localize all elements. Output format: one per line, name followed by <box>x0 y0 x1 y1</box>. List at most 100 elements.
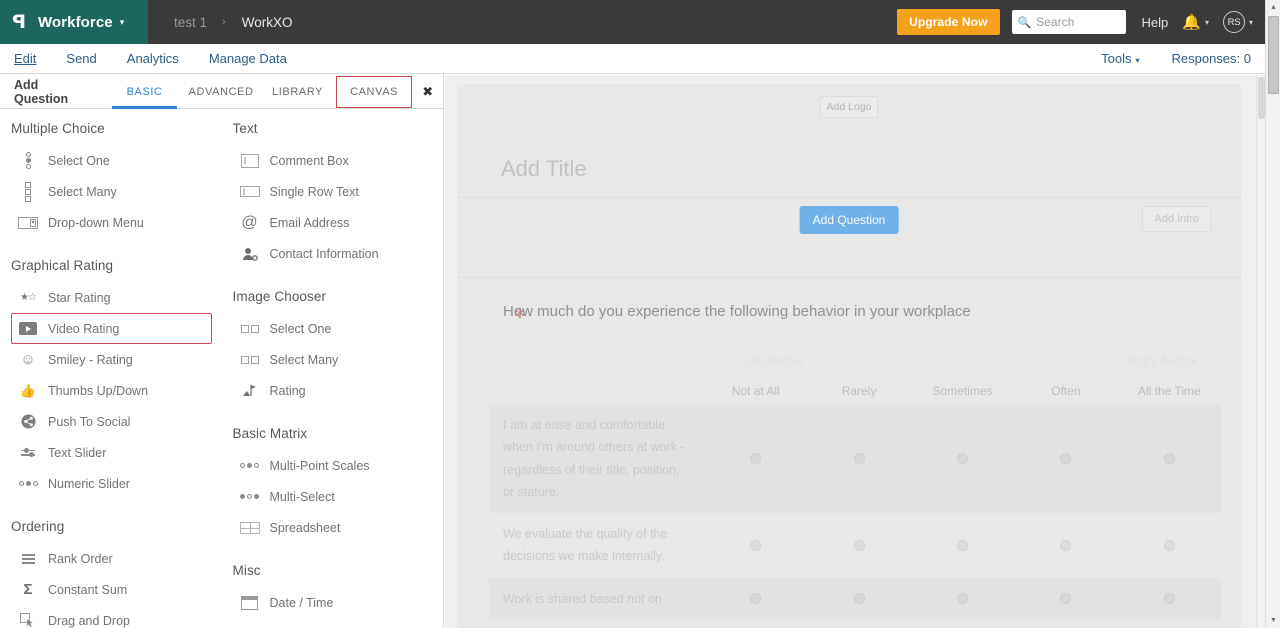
search-box[interactable]: 🔍 <box>1011 10 1127 34</box>
qtype-comment-box[interactable]: I Comment Box <box>233 145 434 176</box>
qtype-smiley-rating[interactable]: ☺ Smiley - Rating <box>11 344 212 375</box>
browser-scrollbar-thumb[interactable] <box>1268 16 1279 94</box>
add-logo-button[interactable]: Add Logo <box>820 96 878 118</box>
radio-button[interactable] <box>1060 453 1072 464</box>
qtype-date-time[interactable]: Date / Time <box>233 587 434 618</box>
matrix-cell[interactable] <box>807 453 910 464</box>
matrix-cell[interactable] <box>704 453 807 464</box>
radio-button[interactable] <box>853 453 865 464</box>
matrix-cell[interactable] <box>1014 593 1117 605</box>
qtype-spreadsheet[interactable]: Spreadsheet <box>233 512 434 543</box>
tab-library[interactable]: LIBRARY <box>259 75 335 108</box>
radio-button[interactable] <box>750 593 762 605</box>
radio-button[interactable] <box>1163 593 1175 605</box>
qtype-thumbs-up-down[interactable]: 👍 Thumbs Up/Down <box>11 375 212 406</box>
right-anchor-label[interactable]: Right Anchor <box>1129 354 1198 368</box>
matrix-cell[interactable] <box>807 593 910 605</box>
account-menu[interactable]: RS ▾ <box>1222 11 1253 33</box>
qtype-image-rating[interactable]: Rating <box>233 375 434 406</box>
header-actions: Upgrade Now 🔍 Help 🔔 ▾ RS ▾ <box>897 9 1265 35</box>
matrix-cell[interactable] <box>1014 453 1117 464</box>
qtype-multi-point-scales[interactable]: Multi-Point Scales <box>233 450 434 481</box>
add-intro-button[interactable]: Add Intro <box>1142 206 1211 232</box>
qtype-star-rating[interactable]: ★☆ Star Rating <box>11 282 212 313</box>
qtype-dropdown-menu[interactable]: ▾ Drop-down Menu <box>11 207 212 238</box>
nav-item-manage-data[interactable]: Manage Data <box>209 51 287 66</box>
qtype-drag-and-drop[interactable]: Drag and Drop <box>11 605 212 628</box>
matrix-cell[interactable] <box>704 539 807 551</box>
dropdown-icon: ▾ <box>16 214 40 232</box>
radio-button[interactable] <box>853 539 865 551</box>
qtype-label: Thumbs Up/Down <box>48 383 149 398</box>
qtype-contact-information[interactable]: Contact Information <box>233 238 434 269</box>
tools-menu[interactable]: Tools ▾ <box>1101 51 1139 66</box>
qtype-select-one[interactable]: Select One <box>11 145 212 176</box>
tab-basic[interactable]: BASIC <box>106 75 182 109</box>
survey-title-input[interactable]: Add Title <box>501 156 587 182</box>
breadcrumb-parent[interactable]: test 1 <box>174 15 207 30</box>
matrix-cell[interactable] <box>807 539 910 551</box>
qtype-push-to-social[interactable]: Push To Social <box>11 406 212 437</box>
radio-button[interactable] <box>1060 539 1072 551</box>
qtype-image-select-many[interactable]: Select Many <box>233 344 434 375</box>
radio-button[interactable] <box>957 453 969 464</box>
scroll-up-icon[interactable]: ▲ <box>1266 0 1280 15</box>
close-icon[interactable]: ✖ <box>412 75 443 108</box>
matrix-row-label: We evaluate the quality of the decisions… <box>503 527 668 564</box>
nav-item-edit[interactable]: Edit <box>14 51 36 66</box>
qtype-rank-order[interactable]: Rank Order <box>11 543 212 574</box>
qtype-email-address[interactable]: @ Email Address <box>233 207 434 238</box>
numeric-slider-icon <box>16 475 40 493</box>
qtype-constant-sum[interactable]: Σ Constant Sum <box>11 574 212 605</box>
responses-count[interactable]: Responses: 0 <box>1172 51 1252 66</box>
radio-button[interactable] <box>957 593 969 605</box>
question-type-column-left: Multiple Choice Select One Select Many ▾… <box>0 121 222 628</box>
matrix-row-label: I am at ease and comfortable when I'm ar… <box>503 418 685 499</box>
radio-button[interactable] <box>1163 539 1175 551</box>
matrix-cell[interactable] <box>911 593 1014 605</box>
qtype-video-rating[interactable]: Video Rating <box>11 313 212 344</box>
nav-item-analytics[interactable]: Analytics <box>127 51 179 66</box>
matrix-cell[interactable] <box>911 539 1014 551</box>
matrix-cell[interactable] <box>704 593 807 605</box>
matrix-cell[interactable] <box>1014 539 1117 551</box>
canvas-scrollbar-thumb[interactable] <box>1258 77 1265 119</box>
tab-advanced[interactable]: ADVANCED <box>183 75 259 108</box>
radio-button[interactable] <box>750 539 762 551</box>
question-text[interactable]: How much do you experience the following… <box>503 303 971 320</box>
question-type-column-right: Text I Comment Box I Single Row Text @ E… <box>222 121 444 628</box>
help-link[interactable]: Help <box>1142 15 1169 30</box>
qtype-captcha[interactable]: ca Captcha <box>233 618 434 628</box>
nav-item-send[interactable]: Send <box>66 51 96 66</box>
add-question-button[interactable]: Add Question <box>799 206 899 234</box>
scroll-down-icon[interactable]: ▼ <box>1266 613 1280 628</box>
brand-home-link[interactable]: P Workforce ▾ <box>0 0 148 44</box>
browser-scrollbar[interactable]: ▲ ▼ <box>1265 0 1280 628</box>
radio-button[interactable] <box>853 593 865 605</box>
qtype-single-row-text[interactable]: I Single Row Text <box>233 176 434 207</box>
chevron-down-icon: ▾ <box>1135 56 1140 65</box>
qtype-multi-select[interactable]: Multi-Select <box>233 481 434 512</box>
notifications-menu[interactable]: 🔔 ▾ <box>1182 13 1209 31</box>
matrix-cell[interactable] <box>911 453 1014 464</box>
panel-tab-bar: Add Question BASIC ADVANCED LIBRARY CANV… <box>0 75 443 109</box>
left-anchor-label[interactable]: Left Anchor <box>744 354 805 368</box>
matrix-cell[interactable] <box>1118 453 1221 464</box>
radio-button[interactable] <box>750 453 762 464</box>
search-input[interactable] <box>1036 15 1127 29</box>
group-title-ordering: Ordering <box>11 519 65 534</box>
chevron-down-icon[interactable]: ▾ <box>120 17 125 27</box>
matrix-cell[interactable] <box>1118 539 1221 551</box>
radio-button[interactable] <box>957 539 969 551</box>
qtype-numeric-slider[interactable]: Numeric Slider <box>11 468 212 499</box>
radio-button[interactable] <box>1163 453 1175 464</box>
qtype-image-select-one[interactable]: Select One <box>233 313 434 344</box>
canvas-scrollbar[interactable] <box>1256 75 1265 628</box>
upgrade-now-button[interactable]: Upgrade Now <box>897 9 1000 35</box>
matrix-cell[interactable] <box>1118 593 1221 605</box>
qtype-select-many[interactable]: Select Many <box>11 176 212 207</box>
radio-button[interactable] <box>1060 593 1072 605</box>
qtype-text-slider[interactable]: Text Slider <box>11 437 212 468</box>
tab-canvas[interactable]: CANVAS <box>335 76 413 108</box>
sigma-icon: Σ <box>23 581 33 598</box>
